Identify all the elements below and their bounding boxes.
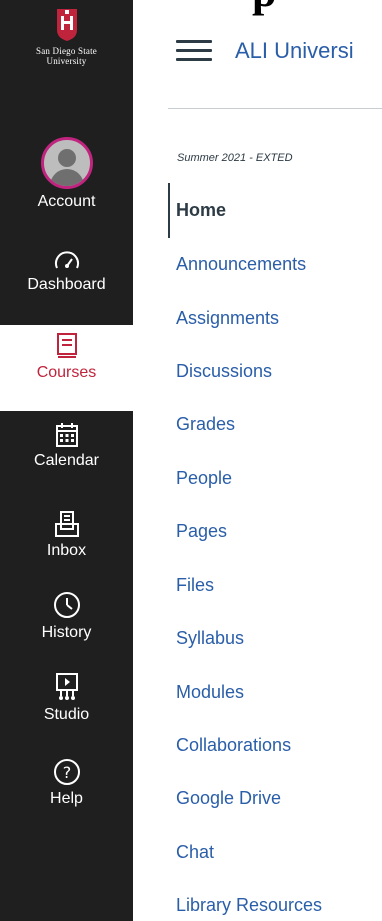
global-navigation: San Diego State University Account Dashb… [0, 0, 133, 921]
course-nav-pages[interactable]: Pages [176, 521, 227, 542]
nav-item-dashboard[interactable]: Dashboard [0, 248, 133, 294]
nav-item-inbox[interactable]: Inbox [0, 510, 133, 560]
dashboard-icon [54, 251, 79, 269]
avatar [40, 137, 93, 189]
course-nav-announcements[interactable]: Announcements [176, 254, 306, 275]
nav-label-dashboard: Dashboard [27, 276, 106, 293]
nav-label-studio: Studio [43, 706, 90, 723]
course-nav-people[interactable]: People [176, 468, 232, 489]
course-nav-library-resources[interactable]: Library Resources [176, 895, 322, 916]
nav-label-account: Account [37, 193, 96, 210]
calendar-icon [55, 423, 78, 447]
nav-label-history: History [41, 624, 92, 641]
course-nav-grades[interactable]: Grades [176, 414, 235, 435]
course-nav-chat[interactable]: Chat [176, 842, 214, 863]
course-nav-modules[interactable]: Modules [176, 682, 244, 703]
course-nav-files[interactable]: Files [176, 575, 214, 596]
course-nav-google-drive[interactable]: Google Drive [176, 788, 281, 809]
course-nav-collaborations[interactable]: Collaborations [176, 735, 291, 756]
studio-icon [55, 673, 78, 700]
nav-label-calendar: Calendar [34, 452, 99, 469]
courses-icon [56, 333, 77, 358]
course-nav-discussions[interactable]: Discussions [176, 361, 272, 382]
inbox-icon [54, 511, 79, 537]
header-divider [168, 108, 382, 109]
nav-item-account[interactable]: Account [0, 137, 133, 211]
course-nav-home[interactable]: Home [176, 200, 226, 221]
course-nav-assignments[interactable]: Assignments [176, 308, 279, 329]
nav-item-history[interactable]: History [0, 590, 133, 642]
course-nav-syllabus[interactable]: Syllabus [176, 628, 244, 649]
nav-item-studio[interactable]: Studio [0, 672, 133, 724]
logo-line-1: San Diego State [36, 46, 97, 56]
svg-text:?: ? [62, 763, 71, 782]
nav-label-help: Help [50, 790, 83, 807]
sdsu-shield-icon [56, 9, 77, 41]
history-icon [53, 592, 80, 618]
active-indicator [168, 183, 170, 238]
logo-line-2: University [46, 56, 87, 66]
course-term: Summer 2021 - EXTED [177, 152, 293, 164]
course-menu-toggle-button[interactable] [176, 40, 212, 62]
nav-item-calendar[interactable]: Calendar [0, 422, 133, 470]
university-logo[interactable]: San Diego State University [0, 8, 133, 66]
nav-item-courses[interactable]: Courses [0, 332, 133, 382]
page-title-fragment: p [252, 0, 276, 14]
global-nav-bottom-panel [0, 411, 133, 921]
breadcrumb-course-name[interactable]: ALI Universi [235, 38, 354, 64]
nav-label-courses: Courses [36, 364, 97, 381]
nav-label-inbox: Inbox [46, 542, 87, 559]
help-icon: ? [53, 759, 80, 785]
nav-item-help[interactable]: ? Help [0, 758, 133, 808]
